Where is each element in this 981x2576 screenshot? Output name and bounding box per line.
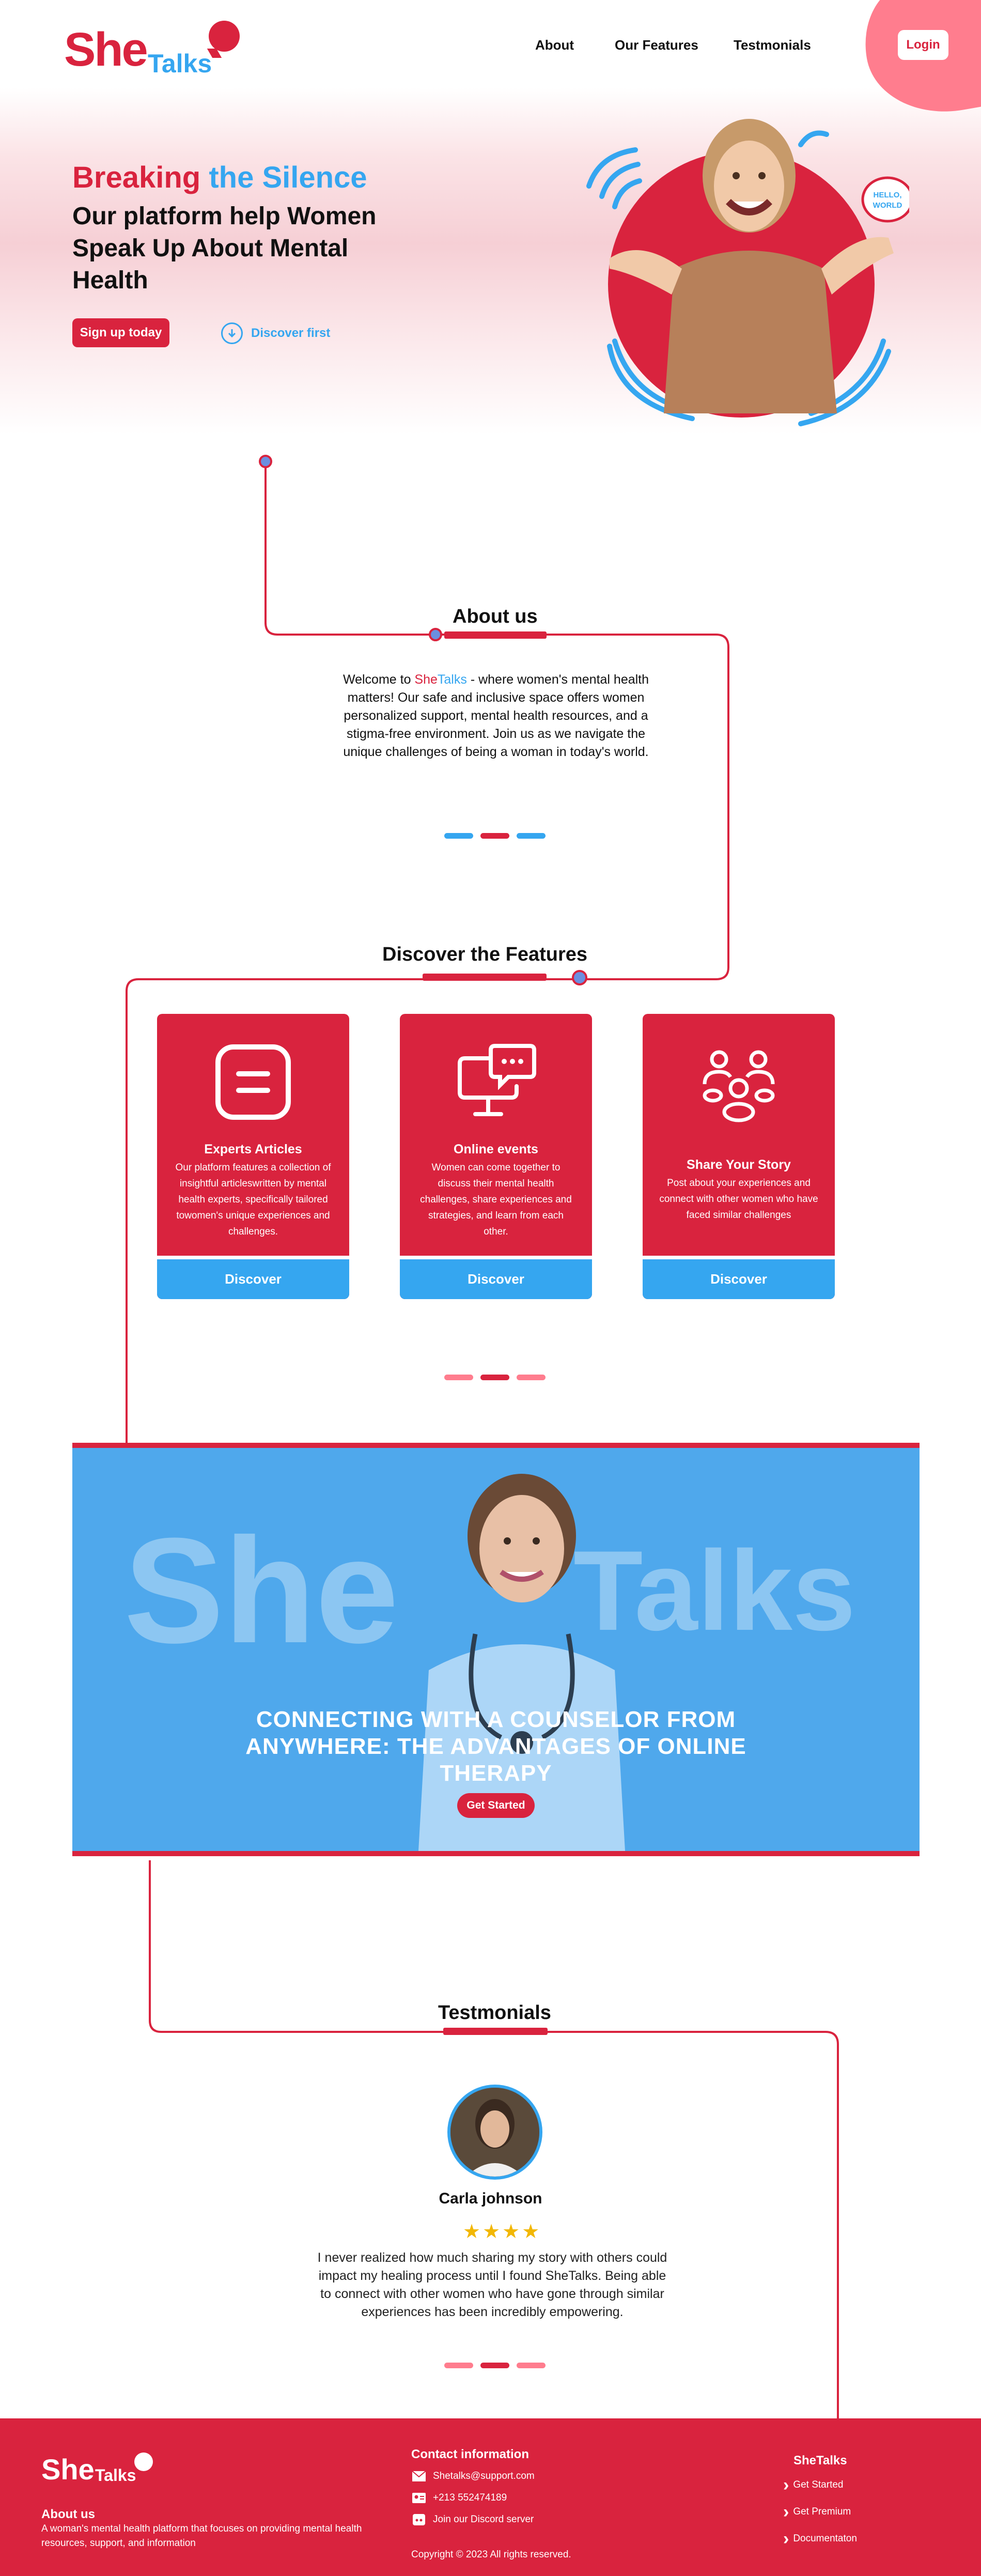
about-brand-talks: Talks bbox=[437, 672, 467, 687]
footer-link-label: Get Started bbox=[793, 2479, 844, 2490]
footer-logo-talks: Talks bbox=[95, 2466, 136, 2485]
dot[interactable] bbox=[517, 2363, 546, 2368]
about-text: Welcome to SheTalks - where women's ment… bbox=[331, 671, 661, 761]
svg-text:WORLD: WORLD bbox=[873, 201, 902, 210]
footer-link-premium[interactable]: › Get Premium bbox=[783, 2502, 851, 2522]
footer-link-get-started[interactable]: › Get Started bbox=[783, 2475, 844, 2495]
hero-title: Breaking the Silence bbox=[72, 160, 367, 195]
logo-bubble-icon bbox=[209, 21, 240, 52]
copyright: Copyright © 2023 All rights reserved. bbox=[411, 2549, 571, 2560]
features-underline bbox=[423, 974, 547, 981]
page: She Talks About Our Features Testmonials… bbox=[0, 0, 981, 2576]
hero-title-blue: the Silence bbox=[209, 161, 367, 194]
footer-link-label: Documentaton bbox=[793, 2533, 857, 2544]
dot-active[interactable] bbox=[480, 2363, 509, 2368]
discover-button[interactable]: Discover bbox=[400, 1256, 592, 1299]
feature-card-events: Online events Women can come together to… bbox=[400, 1014, 592, 1299]
testimonials-title: Testmonials bbox=[438, 2002, 551, 2024]
feature-card-stories: Share Your Story Post about your experie… bbox=[643, 1014, 835, 1299]
dot[interactable] bbox=[517, 1375, 546, 1380]
nav-about[interactable]: About bbox=[535, 37, 574, 53]
footer-about-text: A woman's mental health platform that fo… bbox=[41, 2523, 362, 2549]
therapy-banner: She Talks CONNECTING WITH A COUNSELOR FR… bbox=[72, 1443, 920, 1856]
logo-she: She bbox=[64, 23, 148, 76]
footer-link-docs[interactable]: › Documentaton bbox=[783, 2529, 857, 2549]
contact-card-icon bbox=[411, 2492, 427, 2504]
logo-talks: Talks bbox=[148, 49, 212, 78]
dot[interactable] bbox=[517, 833, 546, 839]
chevron-right-icon: › bbox=[783, 2502, 789, 2522]
about-text-before: Welcome to bbox=[342, 672, 415, 687]
avatar-photo bbox=[450, 2088, 539, 2177]
logo-bubble-icon bbox=[134, 2452, 153, 2471]
discover-first-link[interactable]: Discover first bbox=[221, 320, 330, 346]
footer-about-title: About us bbox=[41, 2507, 95, 2521]
banner-heading: CONNECTING WITH A COUNSELOR FROM ANYWHER… bbox=[245, 1707, 746, 1786]
contact-email-text: Shetalks@support.com bbox=[433, 2471, 535, 2481]
chevron-right-icon: › bbox=[783, 2529, 789, 2549]
contact-title: Contact information bbox=[411, 2447, 529, 2461]
arrow-down-icon bbox=[221, 322, 243, 344]
feature-description: Women can come together to discuss their… bbox=[420, 1162, 572, 1237]
about-brand-she: She bbox=[414, 672, 438, 687]
feature-description: Our platform features a collection of in… bbox=[175, 1162, 331, 1237]
features-title: Discover the Features bbox=[382, 944, 588, 965]
contact-phone-text: +213 552474189 bbox=[433, 2492, 507, 2503]
rating-stars: ★★★★ bbox=[463, 2221, 542, 2243]
mail-icon bbox=[411, 2470, 427, 2482]
avatar bbox=[447, 2085, 542, 2180]
hero-subtitle: Our platform help Women Speak Up About M… bbox=[72, 203, 377, 294]
get-started-button[interactable]: Get Started bbox=[457, 1793, 535, 1818]
footer: She Talks About us A woman's mental heal… bbox=[0, 2418, 981, 2576]
dot[interactable] bbox=[444, 2363, 473, 2368]
discover-button[interactable]: Discover bbox=[643, 1256, 835, 1299]
feature-title: Online events bbox=[454, 1142, 538, 1156]
footer-logo[interactable]: She Talks bbox=[41, 2452, 176, 2494]
contact-discord[interactable]: Join our Discord server bbox=[411, 2513, 534, 2526]
hero-illustration: HELLO, WORLD bbox=[586, 119, 909, 426]
signup-button[interactable]: Sign up today bbox=[72, 318, 169, 347]
footer-link-label: Get Premium bbox=[793, 2506, 851, 2517]
feature-title: Share Your Story bbox=[687, 1158, 791, 1172]
chat-monitor-icon bbox=[458, 1044, 536, 1116]
about-carousel-dots bbox=[444, 833, 546, 839]
contact-phone[interactable]: +213 552474189 bbox=[411, 2492, 507, 2504]
community-icon bbox=[703, 1050, 775, 1122]
contact-discord-text: Join our Discord server bbox=[433, 2514, 534, 2525]
article-icon bbox=[215, 1044, 291, 1120]
contact-email[interactable]: Shetalks@support.com bbox=[411, 2470, 535, 2482]
header: She Talks About Our Features Testmonials… bbox=[0, 0, 981, 125]
feature-card-articles: Experts Articles Our platform features a… bbox=[157, 1014, 349, 1299]
about-title: About us bbox=[453, 606, 538, 627]
counselor-photo bbox=[418, 1474, 625, 1851]
discover-button[interactable]: Discover bbox=[157, 1256, 349, 1299]
discover-first-label: Discover first bbox=[251, 326, 331, 340]
svg-text:HELLO,: HELLO, bbox=[874, 191, 902, 199]
logo[interactable]: She Talks bbox=[64, 19, 250, 78]
chevron-right-icon: › bbox=[783, 2475, 789, 2495]
dot-active[interactable] bbox=[480, 833, 509, 839]
dot[interactable] bbox=[444, 833, 473, 839]
feature-title: Experts Articles bbox=[204, 1142, 302, 1156]
footer-logo-she: She bbox=[41, 2453, 95, 2486]
discord-icon bbox=[411, 2513, 427, 2526]
features-carousel-dots bbox=[444, 1375, 546, 1380]
hero-title-red: Breaking bbox=[72, 161, 201, 194]
testimonial-name: Carla johnson bbox=[439, 2190, 542, 2207]
about-underline bbox=[444, 631, 547, 639]
testimonials-carousel-dots bbox=[444, 2363, 546, 2368]
dot-active[interactable] bbox=[480, 1375, 509, 1380]
footer-links-title: SheTalks bbox=[793, 2454, 847, 2467]
login-button[interactable]: Login bbox=[898, 30, 948, 60]
nav-testimonials[interactable]: Testmonials bbox=[734, 37, 811, 53]
dot[interactable] bbox=[444, 1375, 473, 1380]
banner-bg-she: She bbox=[124, 1507, 399, 1674]
testimonial-quote: I never realized how much sharing my sto… bbox=[317, 2250, 667, 2319]
nav-features[interactable]: Our Features bbox=[615, 37, 698, 53]
testimonials-underline bbox=[443, 2028, 548, 2035]
feature-description: Post about your experiences and connect … bbox=[659, 1178, 818, 1221]
